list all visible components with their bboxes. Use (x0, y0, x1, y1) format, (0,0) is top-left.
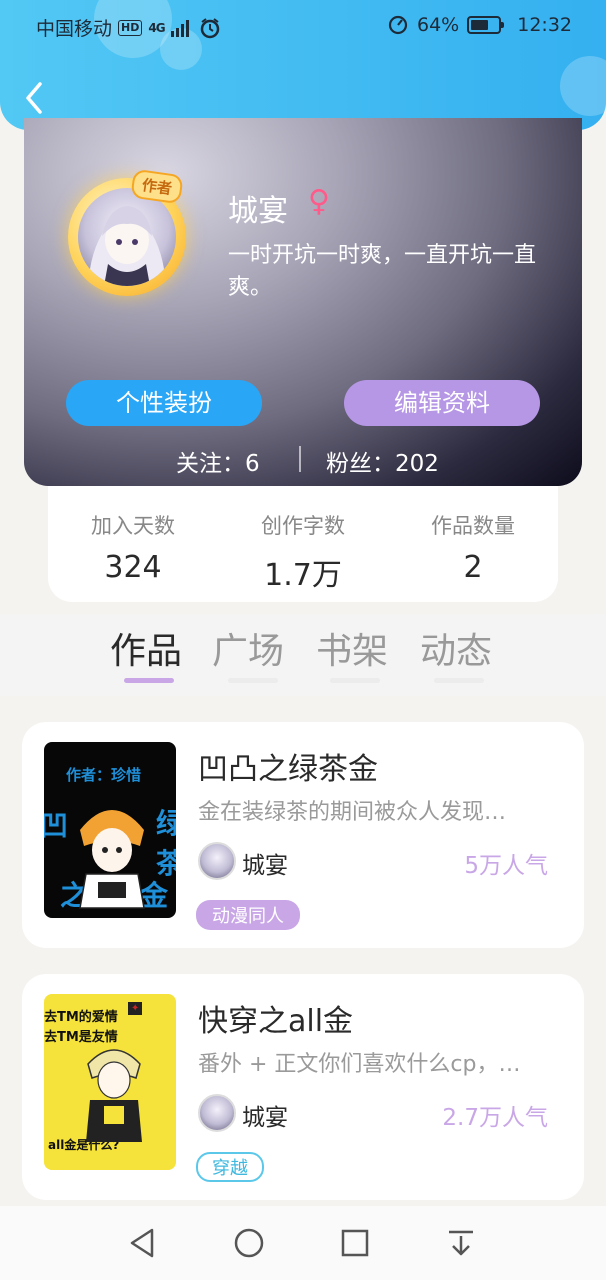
battery-icon (467, 16, 505, 34)
tab-plaza[interactable]: 广场 (212, 622, 284, 674)
chevron-left-icon[interactable] (18, 78, 50, 118)
tab-bar: 作品 广场 书架 动态 (0, 614, 606, 696)
tab-indicator (330, 678, 380, 683)
battery-percent: 64% (417, 14, 460, 36)
work-popularity: 2.7万人气 (442, 1105, 548, 1131)
recents-square-icon[interactable] (338, 1226, 372, 1260)
user-bio: 一时开坑一时爽，一直开坑一直爽。 (228, 243, 537, 300)
work-tag: 动漫同人 (196, 900, 300, 930)
carrier-name: 中国移动 (36, 18, 113, 40)
avatar[interactable]: 作者 (68, 168, 186, 296)
system-nav-bar (0, 1206, 606, 1280)
tab-indicator (434, 678, 484, 683)
work-card[interactable]: 去TM的爱情 去TM是友情 all金是什么? ✦ 快穿之all金 番外 + 正文… (22, 974, 584, 1200)
hd-badge: HD (118, 19, 143, 36)
profile-card: 作者 城宴 ♀ 一时开坑一时爽，一直开坑一直爽。 个性装扮 编辑资料 关注：6 … (24, 118, 582, 486)
network-type: 4G (148, 20, 165, 35)
cover-character-art (86, 1049, 142, 1142)
dress-up-button[interactable]: 个性装扮 (66, 380, 262, 426)
decor-bubble (560, 56, 606, 116)
avatar-image (78, 188, 176, 286)
username: 城宴 (228, 194, 288, 229)
work-title: 快穿之all金 (198, 1004, 354, 1039)
work-author: 城宴 (242, 853, 288, 879)
book-cover: 去TM的爱情 去TM是友情 all金是什么? ✦ (44, 994, 176, 1170)
works-list: 作者：珍惜 凹 绿 茶 之 金 凹凸之绿茶金 金在装绿茶的期间被众人发现… 城宴… (0, 696, 606, 1206)
work-card[interactable]: 作者：珍惜 凹 绿 茶 之 金 凹凸之绿茶金 金在装绿茶的期间被众人发现… 城宴… (22, 722, 584, 948)
cover-character-art (79, 810, 145, 909)
divider (299, 446, 301, 472)
stat-word-count: 创作字数 1.7万 (261, 514, 345, 593)
author-avatar (198, 1094, 236, 1132)
status-bar: 中国移动 HD 4G 64% 12:32 (0, 0, 606, 52)
work-title: 凹凸之绿茶金 (198, 752, 378, 787)
book-cover: 作者：珍惜 凹 绿 茶 之 金 (44, 742, 176, 918)
alarm-icon (200, 17, 219, 38)
following-count[interactable]: 关注：6 (176, 444, 260, 478)
author-avatar (198, 842, 236, 880)
work-description: 番外 + 正文你们喜欢什么cp，… (198, 1052, 521, 1077)
tab-indicator (228, 678, 278, 683)
followers-count[interactable]: 粉丝：202 (326, 444, 439, 478)
work-popularity: 5万人气 (464, 853, 548, 879)
female-icon: ♀ (308, 184, 330, 219)
notification-pull-icon[interactable] (444, 1226, 478, 1260)
tab-active-indicator (124, 678, 174, 683)
tab-bookshelf[interactable]: 书架 (316, 622, 388, 674)
home-circle-icon[interactable] (232, 1226, 266, 1260)
edit-profile-button[interactable]: 编辑资料 (344, 380, 540, 426)
signal-icon (170, 19, 189, 37)
tab-works[interactable]: 作品 (110, 622, 182, 674)
stat-works-count: 作品数量 2 (431, 514, 515, 585)
work-tag: 穿越 (196, 1152, 264, 1182)
tab-feed[interactable]: 动态 (420, 622, 492, 674)
stat-join-days: 加入天数 324 (91, 514, 175, 585)
work-author: 城宴 (242, 1105, 288, 1131)
clock: 12:32 (517, 14, 572, 36)
work-description: 金在装绿茶的期间被众人发现… (198, 800, 507, 825)
speed-gauge-icon (388, 15, 408, 35)
cover-badge: ✦ (128, 1002, 143, 1015)
top-header: 中国移动 HD 4G 64% 12:32 (0, 0, 606, 130)
stats-card: 加入天数 324 创作字数 1.7万 作品数量 2 (48, 486, 558, 602)
follow-stats: 关注：6 粉丝：202 (24, 440, 582, 478)
back-triangle-icon[interactable] (126, 1226, 160, 1260)
